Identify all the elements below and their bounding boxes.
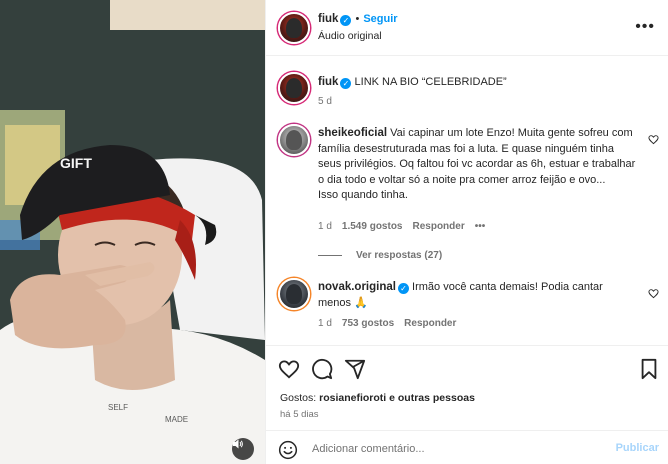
share-icon[interactable] — [344, 358, 366, 380]
view-replies-button[interactable]: Ver respostas (27) — [318, 250, 442, 261]
comment-time[interactable]: 1 d — [318, 221, 332, 232]
speaker-icon — [233, 439, 243, 449]
comment-like-icon[interactable] — [648, 288, 659, 299]
commenter-avatar[interactable] — [278, 124, 310, 156]
post-photo: GIFT SELF MADE — [0, 0, 265, 464]
author-username[interactable]: fiuk — [318, 13, 338, 25]
caption-meta: 5 d — [318, 96, 342, 107]
emoji-icon[interactable] — [278, 440, 298, 460]
tattoo-left: SELF — [108, 403, 128, 412]
replies-line — [318, 254, 342, 256]
comment-like-icon[interactable] — [648, 134, 659, 145]
post-date[interactable]: há 5 dias — [280, 409, 319, 420]
comment-username[interactable]: novak.original — [318, 281, 396, 293]
comment-options-icon[interactable]: ••• — [475, 221, 486, 232]
author-line: fiuk ✓ • Seguir — [318, 13, 398, 26]
add-comment-bar: Publicar — [266, 430, 668, 464]
reply-button[interactable]: Responder — [413, 221, 465, 232]
caption-avatar[interactable] — [278, 72, 310, 104]
comment-meta: 1 d 1.549 gostos Responder ••• — [318, 221, 495, 232]
likes-summary: Gostos: rosianefioroti e outras pessoas — [280, 392, 475, 404]
comment-item: sheikeoficial Vai capinar um lote Enzo! … — [266, 124, 668, 264]
comment-meta: 1 d 753 gostos Responder — [318, 318, 466, 329]
comment-body-continued: Isso quando tinha. — [318, 189, 408, 201]
verified-icon: ✓ — [397, 283, 409, 294]
heart-icon[interactable] — [278, 358, 300, 380]
author-avatar[interactable] — [278, 12, 310, 44]
verified-icon: ✓ — [340, 78, 352, 89]
caption-body: LINK NA BIO “CELEBRIDADE” — [354, 76, 507, 88]
comment-likes[interactable]: 753 gostos — [342, 318, 394, 329]
comment-likes[interactable]: 1.549 gostos — [342, 221, 403, 232]
comment-input[interactable] — [312, 439, 602, 459]
caption-time[interactable]: 5 d — [318, 96, 332, 107]
commenter-avatar[interactable] — [278, 278, 310, 310]
likes-others[interactable]: e outras pessoas — [389, 392, 475, 404]
likes-prefix: Gostos: — [280, 392, 317, 404]
caption-text: fiuk ✓ LINK NA BIO “CELEBRIDADE” — [318, 75, 636, 91]
audio-label[interactable]: Áudio original — [318, 30, 382, 42]
cap-text: GIFT — [60, 155, 92, 171]
post-panel: fiuk ✓ • Seguir Áudio original ••• fiuk ✓ LI… — [265, 0, 668, 464]
comment-item: novak.original ✓ Irmão você canta demais!… — [266, 278, 668, 338]
caption-username[interactable]: fiuk — [318, 76, 338, 88]
publish-button[interactable]: Publicar — [616, 442, 659, 454]
verified-icon: ✓ — [340, 15, 352, 26]
bookmark-icon[interactable] — [638, 358, 660, 380]
comment-username[interactable]: sheikeoficial — [318, 127, 387, 139]
post-actions: Gostos: rosianefioroti e outras pessoas … — [266, 345, 668, 464]
reply-button[interactable]: Responder — [404, 318, 456, 329]
post-header: fiuk ✓ • Seguir Áudio original ••• — [266, 0, 668, 56]
tattoo-right: MADE — [165, 415, 188, 424]
view-replies-label: Ver respostas (27) — [356, 250, 443, 261]
mute-button[interactable] — [232, 438, 254, 460]
post-media[interactable]: GIFT SELF MADE — [0, 0, 265, 464]
more-icon[interactable]: ••• — [635, 18, 655, 36]
separator-dot: • — [355, 13, 360, 25]
likes-user[interactable]: rosianefioroti — [319, 392, 386, 404]
caption: fiuk ✓ LINK NA BIO “CELEBRIDADE” 5 d — [266, 72, 668, 112]
follow-button[interactable]: Seguir — [363, 13, 397, 25]
comment-text: novak.original ✓ Irmão você canta demais!… — [318, 280, 636, 311]
comment-text: sheikeoficial Vai capinar um lote Enzo! … — [318, 126, 636, 204]
comment-time[interactable]: 1 d — [318, 318, 332, 329]
comment-icon[interactable] — [311, 358, 333, 380]
